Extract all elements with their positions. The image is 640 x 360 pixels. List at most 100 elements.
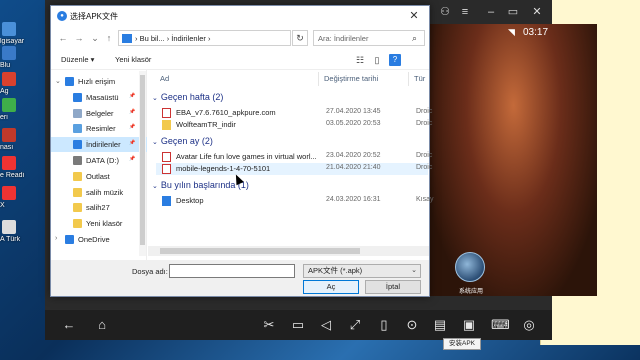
desktop-shortcut-icon[interactable] [2,22,16,36]
desktop-shortcut-icon[interactable] [2,156,16,170]
sidebar-scrollbar[interactable] [139,71,146,256]
chevron-down-icon[interactable]: ⌄ [89,32,101,44]
address-bar[interactable]: › Bu bil... › İndirilenler › [118,30,291,46]
back-arrow-icon[interactable]: ← [57,32,69,44]
minimize-icon[interactable]: – [485,6,497,18]
cancel-button[interactable]: İptal [365,280,421,294]
folder-icon [162,120,171,130]
sidebar-item[interactable]: İndirilenler 📌 [51,137,147,153]
shortcut-icon [162,196,171,206]
back-icon[interactable]: ← [61,317,77,333]
breadcrumb-downloads[interactable]: İndirilenler [171,34,206,43]
chevron-icon[interactable]: ⌄ [55,77,61,85]
file-list-scrollbar[interactable] [148,246,429,256]
system-apps-label: 系统应用 [458,289,483,295]
menu-icon[interactable]: ≡ [459,6,471,18]
file-name: EBA_v7.6.7610_apkpure.com [176,108,276,117]
group-header[interactable]: ⌄ Geçen ay (2) [152,136,213,146]
desktop-shortcut-icon[interactable] [2,98,16,112]
chevron-down-icon[interactable]: ⌄ [152,183,158,190]
apk-icon [162,152,171,162]
volume-icon[interactable]: ◁ [318,317,334,333]
organize-button[interactable]: Düzenle ▾ [61,55,94,64]
sidebar-item[interactable]: ⌄ Hızlı erişim [51,74,147,89]
system-apps-icon[interactable] [455,252,485,282]
file-row[interactable]: EBA_v7.6.7610_apkpure.com 27.04.2020 13:4… [156,107,432,119]
new-folder-button[interactable]: Yeni klasör [115,55,151,64]
keyboard-icon[interactable]: ⌨ [491,317,510,333]
profile-icon[interactable]: ⚇ [439,6,451,18]
sidebar-scroll-thumb[interactable] [140,75,145,245]
chevron-down-icon[interactable]: ⌄ [152,95,158,102]
group-label: Geçen ay (2) [160,136,213,146]
up-arrow-icon[interactable]: ↑ [103,32,115,44]
desktop-shortcut-icon[interactable] [2,46,16,60]
emulator-close-icon[interactable]: ✕ [531,6,543,18]
rotate-icon[interactable]: ▯ [376,317,392,333]
sidebar-item[interactable]: Yeni klasör [51,216,147,231]
filetype-select[interactable]: APK文件 (*.apk) ⌄ [303,264,421,278]
file-row[interactable]: Avatar Life fun love games in virtual wo… [156,151,432,163]
sidebar-item[interactable]: Resimler 📌 [51,121,147,136]
fullscreen-icon[interactable]: ⤢ [347,317,363,333]
desktop-shortcut-icon[interactable] [2,220,16,234]
clock: 03:17 [523,27,549,38]
breadcrumb-this-pc[interactable]: Bu bil... [140,34,165,43]
forward-arrow-icon[interactable]: → [73,32,85,44]
filename-input[interactable] [169,264,295,278]
desktop-shortcut-icon[interactable] [2,186,16,200]
chevron-down-icon[interactable]: ⌄ [152,139,158,146]
file-row[interactable]: Desktop 24.03.2020 16:31 Kısay [156,195,434,207]
file-list-scroll-thumb[interactable] [160,248,360,254]
file-list: Ad Değiştirme tarihi Tür ⌄ Geçen hafta (2… [148,70,434,246]
file-row[interactable]: mobile-legends-1-4-70-5101 21.04.2020 21:… [156,163,432,175]
preview-pane-icon[interactable]: ▯ [371,54,383,66]
file-row[interactable]: WolfteamTR_indir 03.05.2020 20:53 Droic [156,119,432,131]
sidebar-item-label: OneDrive [78,235,110,244]
desktop-shortcut-icon[interactable] [2,72,16,86]
file-date: 27.04.2020 13:45 [326,108,381,115]
apk-icon[interactable]: ▤ [432,317,448,333]
desktop-shortcut-icon[interactable] [2,128,16,142]
pictures-icon [73,124,82,134]
desktop-shortcut-label: Ag [0,88,9,95]
dialog-close-button[interactable]: ✕ [403,8,425,24]
column-separator[interactable] [408,72,409,86]
sidebar-item[interactable]: salih27 [51,200,147,215]
group-header[interactable]: ⌄ Geçen hafta (2) [152,92,223,102]
column-name[interactable]: Ad [160,70,169,88]
pin-icon: 📌 [129,108,136,115]
emulator-nav-bar: ← ⌂ ✂ ▭ ◁ ⤢ ▯ ⊙ ▤ ▣ ⌨ ◎ [45,310,552,340]
file-date: 24.03.2020 16:31 [326,196,381,203]
sidebar-item-label: Outlast [86,171,110,181]
desktop-shortcut-label: X [0,202,5,209]
search-placeholder: Ara: İndirilenler [318,34,369,43]
pin-icon: 📌 [129,140,136,147]
column-date[interactable]: Değiştirme tarihi [324,70,378,88]
dialog-title: 选择APK文件 [70,12,119,21]
search-input[interactable]: Ara: İndirilenler ⌕ [313,30,425,46]
help-icon[interactable]: ? [389,54,401,66]
desktop-icon [73,92,82,102]
scissors-icon[interactable]: ✂ [261,317,277,333]
home-icon[interactable]: ⌂ [94,317,110,333]
location-icon[interactable]: ⊙ [404,317,420,333]
address-row: ← → ⌄ ↑ › Bu bil... › İndirilenler › ↻ A… [51,26,429,50]
sidebar-item[interactable]: DATA (D:) 📌 [51,153,147,168]
folder-icon[interactable]: ▭ [290,317,306,333]
column-separator[interactable] [318,72,319,86]
sidebar-item[interactable]: Belgeler 📌 [51,106,147,121]
chevron-icon[interactable]: › [55,235,57,242]
sidebar-item[interactable]: Masaüstü 📌 [51,90,147,105]
refresh-button[interactable]: ↻ [292,30,308,46]
sidebar-item[interactable]: salih müzik [51,185,147,200]
gamepad-icon[interactable]: ◎ [521,317,537,333]
toolbox-icon[interactable]: ▣ [461,317,477,333]
view-options-icon[interactable]: ☷ [354,54,366,66]
dialog-titlebar: ● 选择APK文件 ✕ [51,6,429,26]
maximize-icon[interactable]: ▭ [507,6,519,18]
sidebar-item[interactable]: Outlast [51,169,147,184]
column-type[interactable]: Tür [414,70,425,88]
sidebar-item[interactable]: › OneDrive [51,232,147,247]
open-button[interactable]: Aç [303,280,359,294]
